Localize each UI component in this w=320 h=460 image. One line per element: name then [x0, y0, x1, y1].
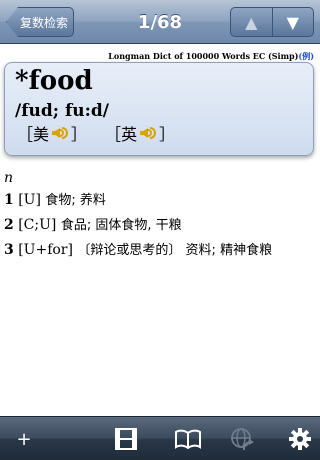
- definitions-list: n 1 [U] 食物; 养料 2 [C;U] 食品; 固体食物, 干粮 3 [U…: [4, 170, 316, 265]
- uk-label: 英: [121, 125, 138, 144]
- web-lookup-button[interactable]: [224, 417, 260, 460]
- sense-grammar: [U]: [18, 192, 41, 208]
- dictionary-source: Longman Dict of 100000 Words EC (Simp)(例…: [108, 51, 314, 62]
- bracket-close: ］: [71, 125, 88, 144]
- previous-entry-button[interactable]: ▲: [231, 8, 273, 36]
- settings-button[interactable]: [282, 417, 318, 460]
- sense-text: 〔辩论或思考的〕 资料; 精神食粮: [77, 243, 273, 258]
- globe-icon: [231, 428, 254, 451]
- bottom-toolbar: +: [0, 416, 320, 460]
- add-button[interactable]: +: [6, 417, 42, 460]
- uk-pronunciation-button[interactable]: ［ 英 ］: [105, 121, 175, 145]
- flashcard-button[interactable]: [108, 417, 144, 460]
- phonetic-transcription: /fud; fu:d/: [15, 101, 110, 121]
- back-button[interactable]: 复数检索: [6, 7, 74, 37]
- sense-item: 2 [C;U] 食品; 固体食物, 干粮: [4, 215, 316, 240]
- entry-card: *food /fud; fu:d/ ［ 美 ］ ［ 英 ］: [4, 62, 314, 156]
- sense-number: 3: [4, 242, 14, 258]
- speaker-icon: [51, 125, 69, 141]
- part-of-speech: n: [4, 170, 14, 186]
- sense-grammar: [C;U]: [18, 217, 57, 233]
- pronunciation-row: ［ 美 ］ ［ 英 ］: [17, 121, 175, 145]
- sense-item: 3 [U+for] 〔辩论或思考的〕 资料; 精神食粮: [4, 240, 316, 265]
- bracket-close: ］: [159, 125, 176, 144]
- page-counter: 1/68: [137, 11, 183, 33]
- triangle-down-icon: ▼: [286, 12, 299, 32]
- bracket-open: ［: [105, 125, 122, 144]
- sense-text: 食物; 养料: [45, 193, 106, 208]
- navigation-bar: 复数检索 1/68 ▲ ▼: [0, 0, 320, 44]
- back-button-label: 复数检索: [19, 15, 68, 30]
- example-link[interactable]: (例): [298, 51, 314, 61]
- sense-number: 2: [4, 217, 14, 233]
- headword: *food: [15, 66, 93, 96]
- prev-next-segmented-control: ▲ ▼: [230, 7, 314, 37]
- plus-icon: +: [16, 428, 32, 450]
- gear-icon: [289, 428, 311, 450]
- next-entry-button[interactable]: ▼: [273, 8, 314, 36]
- sense-item: 1 [U] 食物; 养料: [4, 190, 316, 215]
- dictionary-name: Longman Dict of 100000 Words EC (Simp): [108, 51, 299, 61]
- sense-number: 1: [4, 192, 14, 208]
- triangle-up-icon: ▲: [245, 12, 258, 32]
- speaker-icon: [139, 125, 157, 141]
- dictionary-button[interactable]: [170, 417, 206, 460]
- book-icon: [175, 429, 201, 450]
- us-pronunciation-button[interactable]: ［ 美 ］: [17, 121, 87, 145]
- us-label: 美: [33, 125, 50, 144]
- sense-grammar: [U+for]: [18, 242, 73, 258]
- sense-text: 食品; 固体食物, 干粮: [60, 218, 182, 233]
- bracket-open: ［: [17, 125, 34, 144]
- film-icon: [115, 428, 137, 450]
